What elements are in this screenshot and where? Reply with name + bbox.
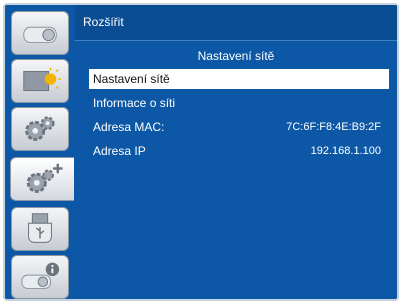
tab-info[interactable]	[11, 255, 69, 299]
ip-address-label: Adresa IP	[93, 144, 146, 158]
settings-gears-icon	[25, 116, 55, 141]
mac-address-row: Adresa MAC: 7C:6F:F8:4E:B9:2F	[89, 117, 389, 137]
tab-picture[interactable]	[11, 59, 69, 103]
tab-settings[interactable]	[11, 107, 69, 151]
picture-brightness-icon	[23, 67, 61, 92]
menu-item-label: Nastavení sítě	[93, 72, 170, 86]
menu-item-network-settings[interactable]: Nastavení sítě	[89, 69, 389, 89]
mac-address-label: Adresa MAC:	[93, 120, 165, 134]
menu-item-network-info[interactable]: Informace o síti	[89, 93, 389, 113]
tab-usb[interactable]	[11, 207, 69, 251]
info-icon	[21, 262, 60, 289]
mac-address-value: 7C:6F:F8:4E:B9:2F	[286, 121, 381, 133]
usb-icon	[28, 213, 52, 243]
tab-projector[interactable]	[11, 11, 69, 55]
menu-item-label: Informace o síti	[93, 96, 176, 110]
menu-header: Rozšířit	[75, 5, 397, 41]
menu-sidebar	[5, 5, 75, 299]
tab-extended[interactable]	[10, 157, 74, 201]
ip-address-row: Adresa IP 192.168.1.100	[89, 141, 389, 161]
ip-address-value: 192.168.1.100	[310, 145, 381, 157]
menu-title: Rozšířit	[83, 15, 124, 29]
menu-content: Rozšířit Nastavení sítě Nastavení sítě I…	[75, 5, 397, 299]
projector-icon	[23, 26, 57, 44]
osd-menu-window: Rozšířit Nastavení sítě Nastavení sítě I…	[3, 3, 399, 301]
section-title: Nastavení sítě	[197, 49, 275, 63]
extended-settings-icon	[26, 163, 63, 193]
